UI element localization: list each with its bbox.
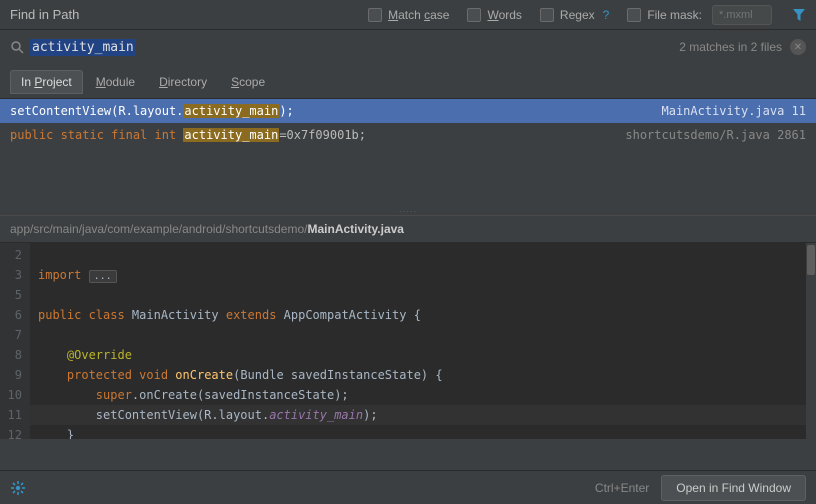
code-line[interactable]: public class MainActivity extends AppCom… [30,305,816,325]
footer-shortcut-hint: Ctrl+Enter [595,481,649,495]
checkbox-icon [540,8,554,22]
code-line[interactable]: import ... [30,265,816,285]
result-code: public static final int activity_main=0x… [10,128,615,142]
scrollbar-thumb[interactable] [807,245,815,275]
result-file-info: shortcutsdemo/R.java 2861 [625,128,806,142]
vertical-scrollbar[interactable] [806,243,816,439]
words-checkbox[interactable]: Words [467,8,521,22]
search-query-text: activity_main [30,39,136,56]
filter-icon[interactable] [792,8,806,22]
dialog-footer: Ctrl+Enter Open in Find Window [0,470,816,504]
gutter-line-number: 6 [0,305,22,325]
dialog-title: Find in Path [10,7,79,22]
dialog-header: Find in Path Match case Words Regex ? Fi… [0,0,816,30]
scope-tabs: In Project Module Directory Scope [0,64,816,94]
results-empty-area [0,147,816,207]
gutter-line-number: 3 [0,265,22,285]
regex-help-icon[interactable]: ? [603,8,610,22]
file-mask-input[interactable] [712,5,772,25]
tab-scope[interactable]: Scope [220,70,276,94]
open-in-find-window-button[interactable]: Open in Find Window [661,475,806,501]
regex-label: Regex [560,8,595,22]
code-line[interactable]: } [30,425,816,439]
result-row[interactable]: public static final int activity_main=0x… [0,123,816,147]
match-case-checkbox[interactable]: Match case [368,8,449,22]
code-line[interactable] [30,285,816,305]
search-row: activity_main 2 matches in 2 files ✕ [0,30,816,64]
tab-directory[interactable]: Directory [148,70,218,94]
result-row[interactable]: setContentView(R.layout.activity_main); M… [0,99,816,123]
code-line[interactable]: super.onCreate(savedInstanceState); [30,385,816,405]
regex-checkbox[interactable]: Regex ? [540,8,609,22]
code-line[interactable] [30,325,816,345]
results-list: setContentView(R.layout.activity_main); M… [0,98,816,147]
gutter-line-number: 7 [0,325,22,345]
preview-editor[interactable]: 2356789101112 import ... public class Mai… [0,243,816,439]
code-line[interactable]: setContentView(R.layout.activity_main); [30,405,816,425]
gutter-line-number: 11 [0,405,22,425]
splitter-dots-icon: ····· [399,207,417,216]
editor-gutter: 2356789101112 [0,243,30,439]
checkbox-icon [627,8,641,22]
gutter-line-number: 9 [0,365,22,385]
checkbox-icon [368,8,382,22]
clear-search-icon[interactable]: ✕ [790,39,806,55]
search-icon [10,40,24,54]
match-case-label: Match case [388,8,449,22]
checkbox-icon [467,8,481,22]
search-input[interactable]: activity_main [30,39,679,56]
words-label: Words [487,8,521,22]
code-line[interactable]: @Override [30,345,816,365]
editor-code[interactable]: import ... public class MainActivity exte… [30,243,816,439]
tab-in-project[interactable]: In Project [10,70,83,94]
result-file-info: MainActivity.java 11 [662,104,807,118]
gutter-line-number: 8 [0,345,22,365]
file-mask-label: File mask: [647,8,702,22]
gutter-line-number: 5 [0,285,22,305]
file-mask-checkbox[interactable]: File mask: [627,8,702,22]
code-line[interactable] [30,245,816,265]
gutter-line-number: 12 [0,425,22,439]
header-options: Match case Words Regex ? File mask: [356,5,806,25]
preview-path-dir: app/src/main/java/com/example/android/sh… [10,222,307,236]
code-line[interactable]: protected void onCreate(Bundle savedInst… [30,365,816,385]
gear-icon[interactable] [10,480,26,496]
preview-path-file: MainActivity.java [307,222,403,236]
search-status: 2 matches in 2 files [679,40,782,54]
preview-path-bar: app/src/main/java/com/example/android/sh… [0,215,816,243]
gutter-line-number: 2 [0,245,22,265]
splitter-handle[interactable]: ····· [0,207,816,215]
gutter-line-number: 10 [0,385,22,405]
result-code: setContentView(R.layout.activity_main); [10,104,652,118]
tab-module[interactable]: Module [85,70,146,94]
